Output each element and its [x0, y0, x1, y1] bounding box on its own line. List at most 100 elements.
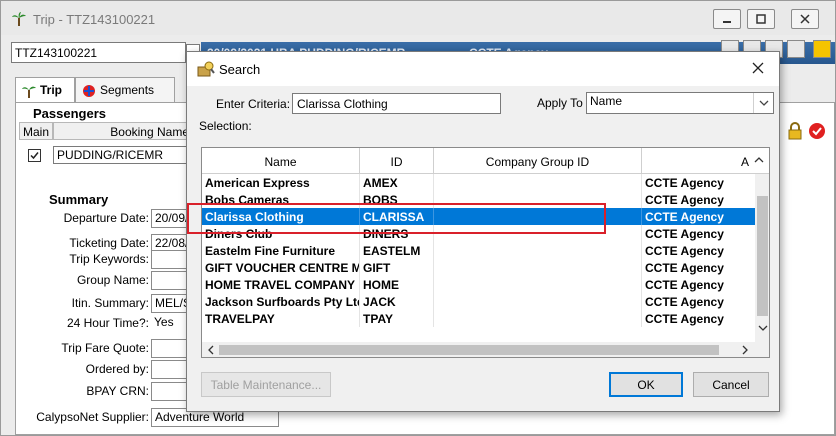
row-agency: CCTE Agency — [645, 210, 724, 224]
maximize-icon — [756, 14, 766, 24]
row-name: GIFT VOUCHER CENTRE MC — [202, 259, 360, 276]
table-row[interactable]: Jackson Surfboards Pty Ltd JACK CCTE Age… — [202, 293, 755, 310]
trip-fare-quote-field[interactable] — [151, 339, 189, 358]
table-row[interactable]: GIFT VOUCHER CENTRE MC GIFT CCTE Agency — [202, 259, 755, 276]
stop-icon[interactable] — [808, 122, 826, 140]
vertical-scroll-thumb[interactable] — [757, 196, 768, 316]
table-row[interactable]: Eastelm Fine Furniture EASTELM CCTE Agen… — [202, 242, 755, 259]
trip-fare-quote-label: Trip Fare Quote: — [61, 341, 149, 355]
trip-keywords-row: Trip Keywords: — [1, 250, 149, 270]
table-maintenance-button[interactable]: Table Maintenance... — [201, 372, 331, 397]
ordered-by-label: Ordered by: — [85, 362, 149, 376]
hour-time-label: 24 Hour Time?: — [66, 316, 149, 330]
row-name: Jackson Surfboards Pty Ltd — [202, 293, 360, 310]
column-header-id[interactable]: ID — [360, 148, 434, 174]
scroll-down-arrow-icon[interactable] — [757, 322, 769, 337]
ok-button[interactable]: OK — [609, 372, 683, 397]
column-header-agency[interactable]: A — [642, 148, 769, 174]
scroll-left-arrow-icon[interactable] — [205, 344, 217, 357]
cancel-button[interactable]: Cancel — [693, 372, 769, 397]
scroll-right-arrow-icon[interactable] — [739, 344, 751, 357]
trip-titlebar: Trip - TTZ143100221 — [1, 1, 835, 35]
close-icon — [800, 14, 810, 24]
tab-segments[interactable]: Segments — [75, 77, 175, 103]
row-agency: CCTE Agency — [645, 244, 724, 258]
row-agency: CCTE Agency — [645, 227, 724, 241]
maximize-button[interactable] — [747, 9, 775, 29]
row-agency: CCTE Agency — [645, 176, 724, 190]
selection-highlight-box — [187, 203, 606, 234]
scroll-up-arrow-icon[interactable] — [753, 154, 765, 169]
hour-time-select[interactable]: Yes — [151, 314, 189, 333]
group-name-row: Group Name: — [1, 271, 149, 291]
criteria-label: Enter Criteria: — [216, 97, 291, 111]
bpay-crn-field[interactable] — [151, 382, 189, 401]
vertical-scrollbar[interactable] — [755, 174, 769, 342]
passengers-heading: Passengers — [33, 106, 106, 121]
row-name: HOME TRAVEL COMPANY — [202, 276, 360, 293]
bpay-crn-row: BPAY CRN: — [1, 382, 149, 402]
dialog-close-button[interactable] — [749, 59, 767, 77]
summary-heading: Summary — [49, 192, 109, 207]
table-row[interactable]: TRAVELPAY TPAY CCTE Agency — [202, 310, 755, 327]
palm-tree-icon — [11, 11, 27, 27]
trip-window-title: Trip - TTZ143100221 — [33, 12, 156, 27]
row-group — [434, 259, 642, 276]
group-name-field[interactable] — [151, 271, 189, 290]
trip-keywords-field[interactable] — [151, 250, 189, 269]
departure-date-field[interactable]: 20/09/ — [151, 209, 189, 228]
row-agency: CCTE Agency — [645, 261, 724, 275]
dropdown-chevron-icon[interactable] — [753, 93, 773, 113]
palm-tree-icon — [21, 83, 37, 99]
departure-date-row: Departure Date: — [1, 209, 149, 229]
calypsonet-supplier-label: CalypsoNet Supplier: — [36, 410, 149, 424]
horizontal-scroll-thumb[interactable] — [219, 345, 719, 355]
row-agency: CCTE Agency — [645, 295, 724, 309]
ticketing-date-label: Ticketing Date: — [69, 236, 149, 250]
lock-icon[interactable] — [787, 122, 803, 140]
row-name: Eastelm Fine Furniture — [202, 242, 360, 259]
minimize-button[interactable] — [713, 9, 741, 29]
search-dialog-title: Search — [219, 62, 261, 77]
row-group — [434, 174, 642, 191]
departure-date-label: Departure Date: — [63, 211, 149, 225]
row-group — [434, 276, 642, 293]
itin-summary-field[interactable]: MEL/SY — [151, 294, 189, 313]
tab-trip[interactable]: Trip — [15, 77, 75, 105]
scroll-corner — [755, 342, 769, 357]
column-header-id-label: ID — [390, 155, 403, 169]
row-name: American Express — [202, 174, 360, 191]
tab-trip-label: Trip — [40, 83, 63, 97]
segments-icon — [81, 83, 97, 99]
close-button[interactable] — [791, 9, 819, 29]
main-passenger-checkbox[interactable] — [28, 149, 41, 162]
row-id: AMEX — [360, 174, 434, 191]
trip-id-field[interactable]: TTZ143100221 — [11, 42, 186, 63]
toolbar-pin-icon[interactable] — [787, 40, 805, 58]
selection-label: Selection: — [199, 119, 252, 133]
column-header-name-label: Name — [264, 155, 297, 169]
bpay-crn-label: BPAY CRN: — [86, 384, 149, 398]
column-header-name[interactable]: Name — [202, 148, 360, 174]
apply-to-select[interactable]: Name — [586, 92, 774, 114]
toolbar-warning-icon[interactable] — [813, 40, 831, 58]
horizontal-scrollbar[interactable] — [202, 342, 755, 357]
criteria-input[interactable]: Clarissa Clothing — [292, 93, 501, 114]
ordered-by-field[interactable] — [151, 360, 189, 379]
hour-time-row: 24 Hour Time?: — [1, 314, 149, 334]
column-header-agency-label: A — [740, 155, 749, 169]
column-header-company-group-id-label: Company Group ID — [485, 155, 590, 169]
column-header-company-group-id[interactable]: Company Group ID — [434, 148, 642, 174]
row-id: GIFT — [360, 259, 434, 276]
itin-summary-label: Itin. Summary: — [71, 296, 149, 310]
table-row[interactable]: American Express AMEX CCTE Agency — [202, 174, 755, 191]
apply-to-value: Name — [590, 94, 623, 108]
apply-to-label: Apply To — [537, 96, 583, 110]
row-id: HOME — [360, 276, 434, 293]
column-main: Main — [19, 122, 53, 140]
table-row[interactable]: HOME TRAVEL COMPANY HOME CCTE Agency — [202, 276, 755, 293]
column-booking-name: Booking Name — [53, 122, 193, 140]
row-agency: CCTE Agency — [645, 193, 724, 207]
row-group — [434, 242, 642, 259]
results-grid-header: Name ID Company Group ID A — [202, 148, 769, 174]
